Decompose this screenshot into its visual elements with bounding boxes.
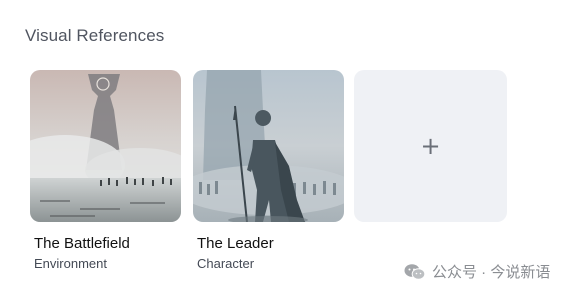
card-title: The Battlefield (34, 235, 130, 252)
card-subtitle: Character (197, 256, 255, 271)
watermark-text: 公众号 · 今说新语 (432, 264, 551, 281)
battlefield-illustration (30, 70, 181, 222)
watermark: 公众号 · 今说新语 (404, 261, 550, 282)
battlefield-image[interactable] (30, 70, 181, 222)
leader-illustration (193, 70, 344, 222)
card-title: The Leader (197, 235, 274, 252)
add-reference-button[interactable]: + (354, 70, 507, 222)
leader-image[interactable] (193, 70, 344, 222)
wechat-icon (404, 263, 426, 280)
card-subtitle: Environment (34, 256, 107, 271)
reference-card-leader[interactable]: The Leader Character (193, 70, 344, 271)
section-title: Visual References (25, 26, 165, 45)
reference-card-battlefield[interactable]: The Battlefield Environment (30, 70, 181, 271)
plus-icon: + (420, 132, 441, 160)
